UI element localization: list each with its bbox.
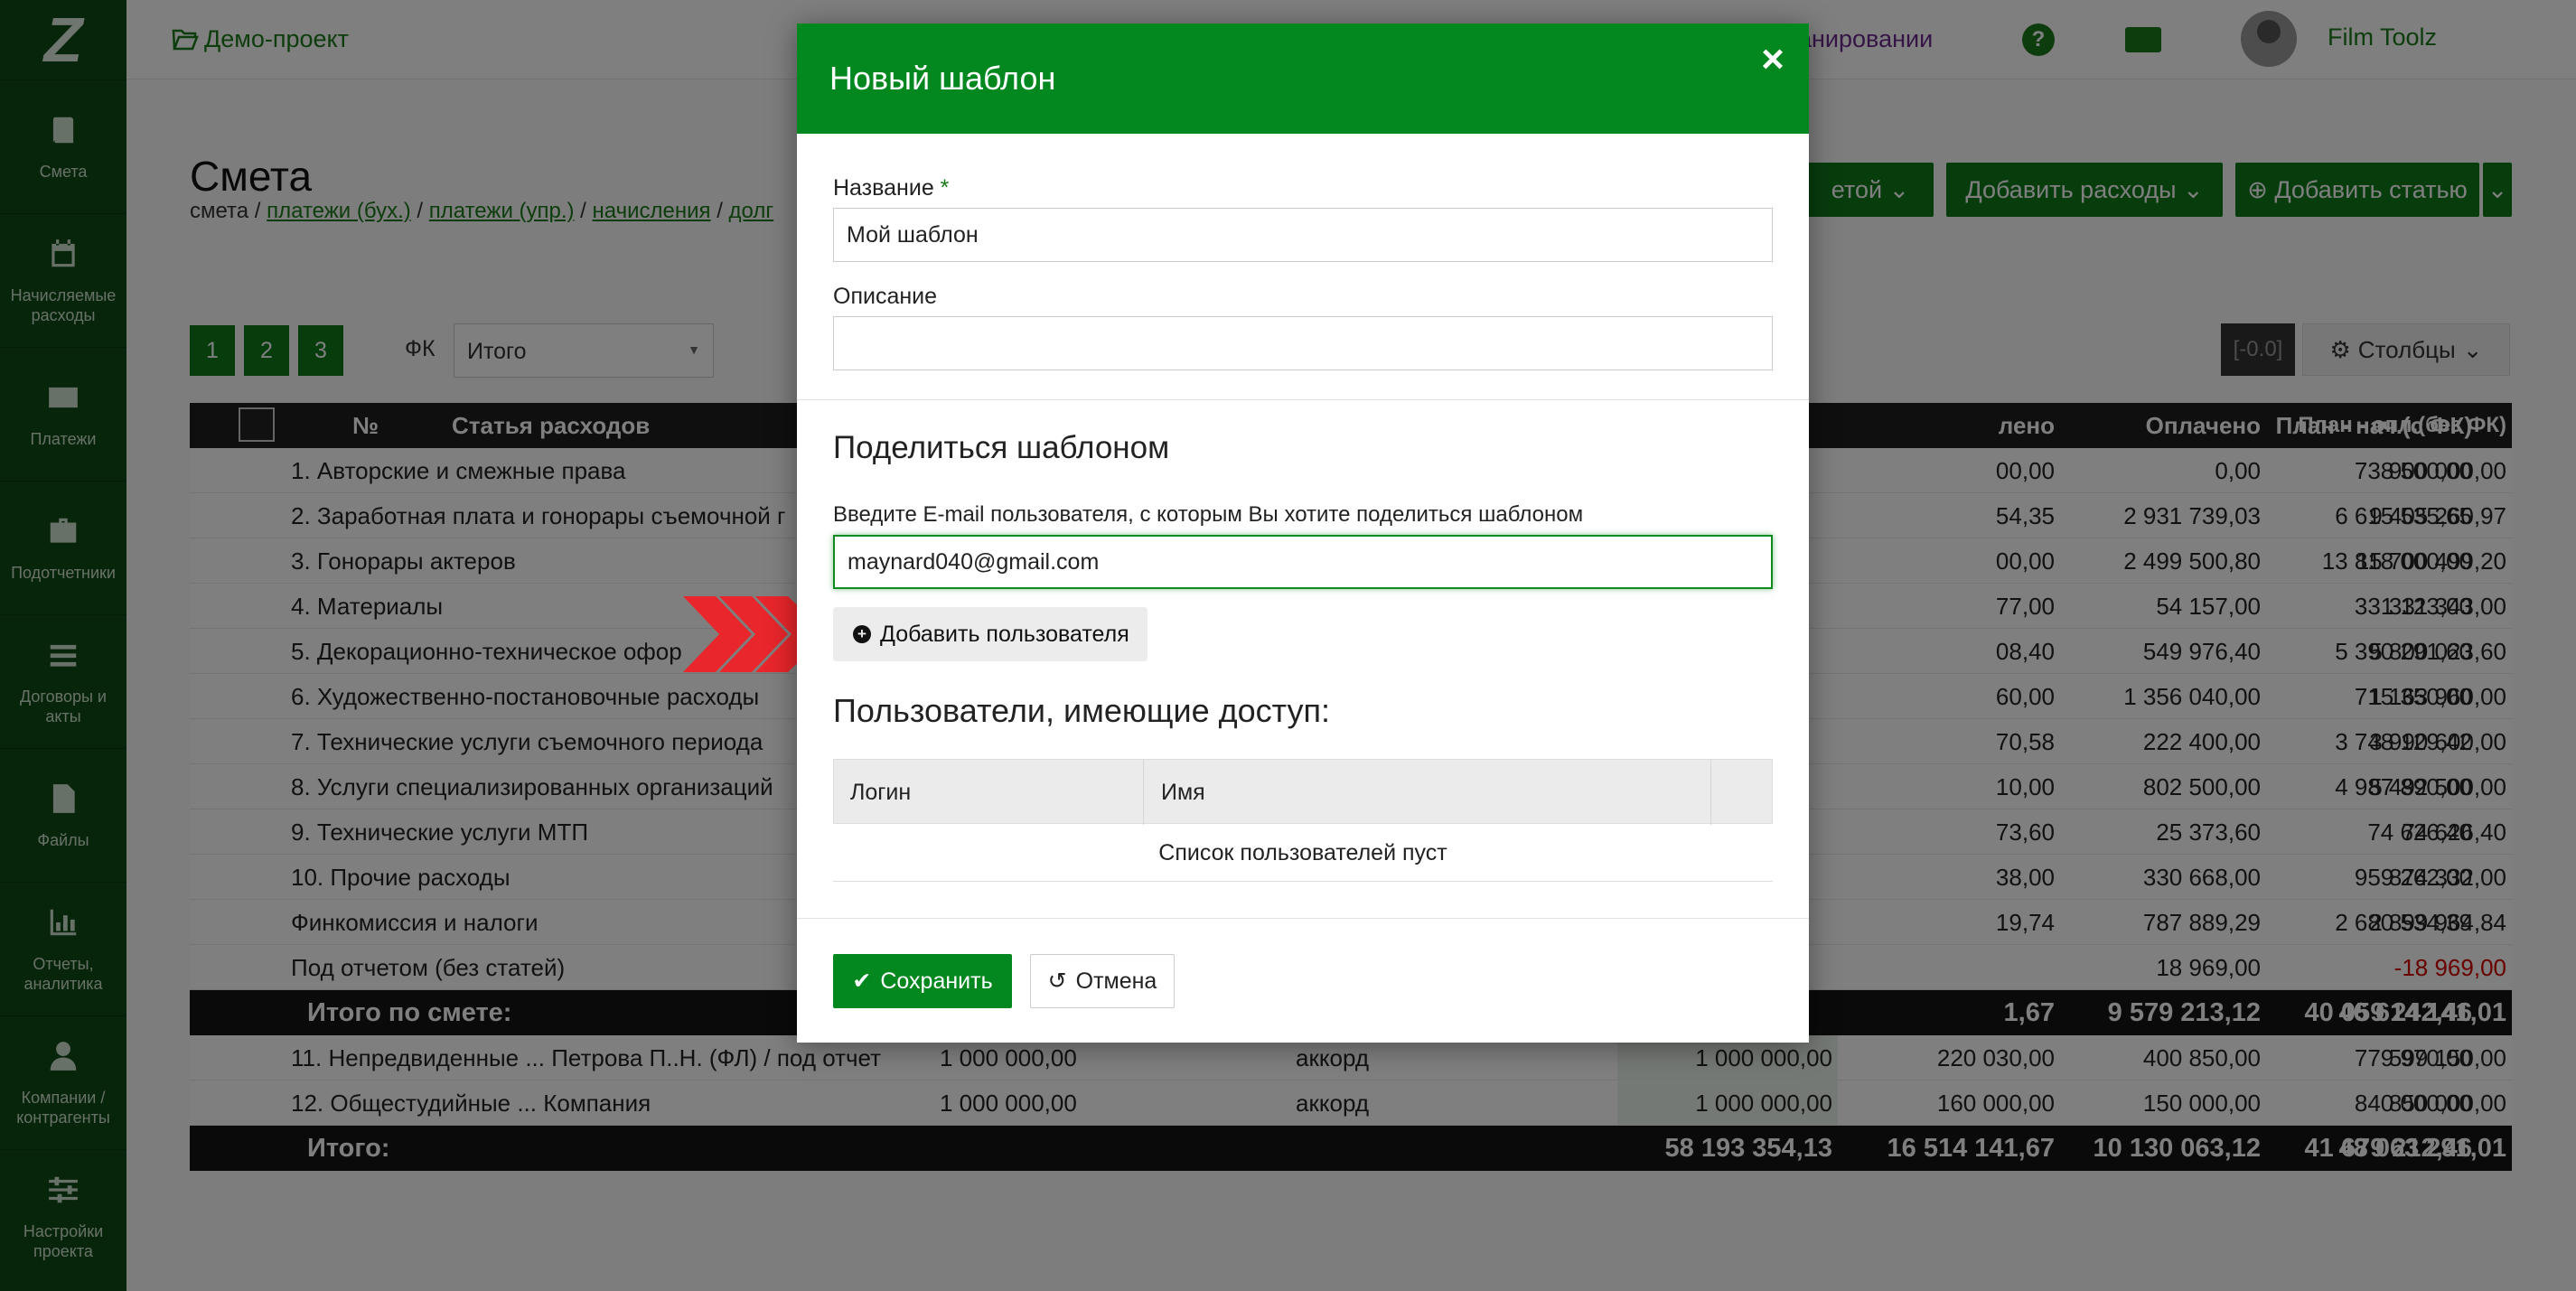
add-user-label: Добавить пользователя [880,621,1129,647]
description-input[interactable] [833,316,1773,370]
name-label-text: Название [833,175,934,201]
column-name: Имя [1161,780,1205,805]
modal-header: Новый шаблон × [797,23,1809,134]
check-icon: ✔ [852,968,872,994]
share-heading: Поделиться шаблоном [833,430,1170,465]
column-divider [1710,760,1711,825]
new-template-modal: Новый шаблон × Название * Мой шаблон Опи… [797,23,1809,1043]
users-table-header: Логин Имя [833,759,1773,825]
divider [797,399,1809,400]
undo-icon: ↺ [1047,968,1067,994]
close-icon[interactable]: × [1755,40,1791,80]
cancel-label: Отмена [1075,968,1157,994]
description-label: Описание [833,284,938,309]
add-user-button[interactable]: + Добавить пользователя [833,607,1147,661]
name-input[interactable]: Мой шаблон [833,208,1773,262]
required-mark: * [940,175,950,201]
name-label: Название * [833,175,949,201]
column-divider [1143,760,1144,825]
save-label: Сохранить [880,968,993,994]
plus-circle-icon: + [853,625,871,643]
cancel-button[interactable]: ↺ Отмена [1030,954,1175,1008]
save-button[interactable]: ✔ Сохранить [833,954,1012,1008]
email-input[interactable]: maynard040@gmail.com [833,535,1773,589]
users-table: Логин Имя Список пользователей пуст [833,759,1773,882]
email-label: Введите E-mail пользователя, с которым В… [833,502,1584,527]
column-login: Логин [850,780,912,805]
divider [797,918,1809,919]
modal-title: Новый шаблон [829,60,1056,97]
access-heading: Пользователи, имеющие доступ: [833,692,1331,729]
users-empty-message: Список пользователей пуст [833,824,1773,882]
